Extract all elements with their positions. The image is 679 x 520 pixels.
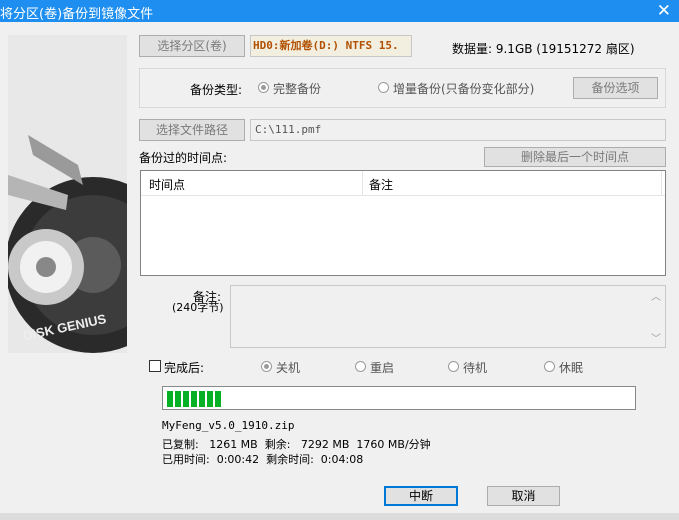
- progress-segment: [175, 391, 181, 407]
- column-header-timepoint[interactable]: 时间点: [149, 176, 185, 193]
- timepoints-list[interactable]: 时间点 备注: [140, 170, 666, 276]
- cancel-button[interactable]: 取消: [487, 486, 560, 506]
- backup-type-label: 备份类型:: [190, 83, 243, 97]
- incremental-backup-radio[interactable]: [378, 82, 389, 93]
- background-strip: [0, 513, 679, 520]
- file-path-field[interactable]: C:\111.pmf: [250, 119, 666, 141]
- copy-stats: 已复制: 1261 MB 剩余: 7292 MB 1760 MB/分钟: [162, 438, 431, 451]
- full-backup-radio[interactable]: [258, 82, 269, 93]
- after-complete-checkbox[interactable]: [149, 360, 161, 372]
- data-size-label: 数据量: 9.1GB (19151272 扇区): [452, 42, 635, 56]
- progress-segment: [215, 391, 221, 407]
- select-partition-button[interactable]: 选择分区(卷): [139, 35, 245, 57]
- time-stats: 已用时间: 0:00:42 剩余时间: 0:04:08: [162, 453, 364, 466]
- incremental-backup-label: 增量备份(只备份变化部分): [393, 82, 535, 96]
- timepoints-label: 备份过的时间点:: [139, 151, 228, 165]
- backup-progress-bar: [162, 386, 636, 410]
- window-title: 将分区(卷)备份到镜像文件: [0, 7, 154, 22]
- standby-radio[interactable]: [448, 361, 459, 372]
- delete-last-timepoint-button[interactable]: 删除最后一个时间点: [484, 147, 666, 167]
- hibernate-radio[interactable]: [544, 361, 555, 372]
- standby-label: 待机: [463, 361, 488, 375]
- column-divider: [362, 171, 363, 195]
- notes-textarea[interactable]: ︿ ﹀: [230, 285, 666, 348]
- progress-segment: [191, 391, 197, 407]
- restart-radio[interactable]: [355, 361, 366, 372]
- scroll-down-icon[interactable]: ﹀: [651, 330, 661, 345]
- backup-options-button[interactable]: 备份选项: [573, 77, 658, 99]
- after-complete-label: 完成后:: [164, 361, 205, 375]
- hard-disk-image: DISK GENIUS: [8, 35, 127, 353]
- hibernate-label: 休眠: [559, 361, 584, 375]
- select-file-path-button[interactable]: 选择文件路径: [139, 119, 245, 141]
- progress-segment: [199, 391, 205, 407]
- notes-scrollbar[interactable]: ︿ ﹀: [649, 286, 665, 347]
- column-header-note[interactable]: 备注: [369, 176, 393, 193]
- partition-field: HD0:新加卷(D:) NTFS 15.: [250, 35, 412, 57]
- stop-button[interactable]: 中断: [384, 486, 458, 506]
- shutdown-label: 关机: [276, 361, 301, 375]
- progress-segment: [183, 391, 189, 407]
- progress-segment: [167, 391, 173, 407]
- notes-byte-limit: (240字节): [172, 301, 224, 314]
- list-header: 时间点 备注: [141, 171, 665, 196]
- full-backup-label: 完整备份: [273, 82, 322, 96]
- close-icon[interactable]: ✕: [657, 1, 671, 21]
- progress-segment: [207, 391, 213, 407]
- shutdown-radio[interactable]: [261, 361, 272, 372]
- scroll-up-icon[interactable]: ︿: [651, 288, 661, 303]
- disk-genius-logo: DISK GENIUS: [8, 35, 127, 353]
- column-divider: [661, 171, 662, 195]
- current-file-name: MyFeng_v5.0_1910.zip: [162, 419, 295, 432]
- title-bar: 将分区(卷)备份到镜像文件 ✕: [0, 0, 679, 22]
- restart-label: 重启: [370, 361, 395, 375]
